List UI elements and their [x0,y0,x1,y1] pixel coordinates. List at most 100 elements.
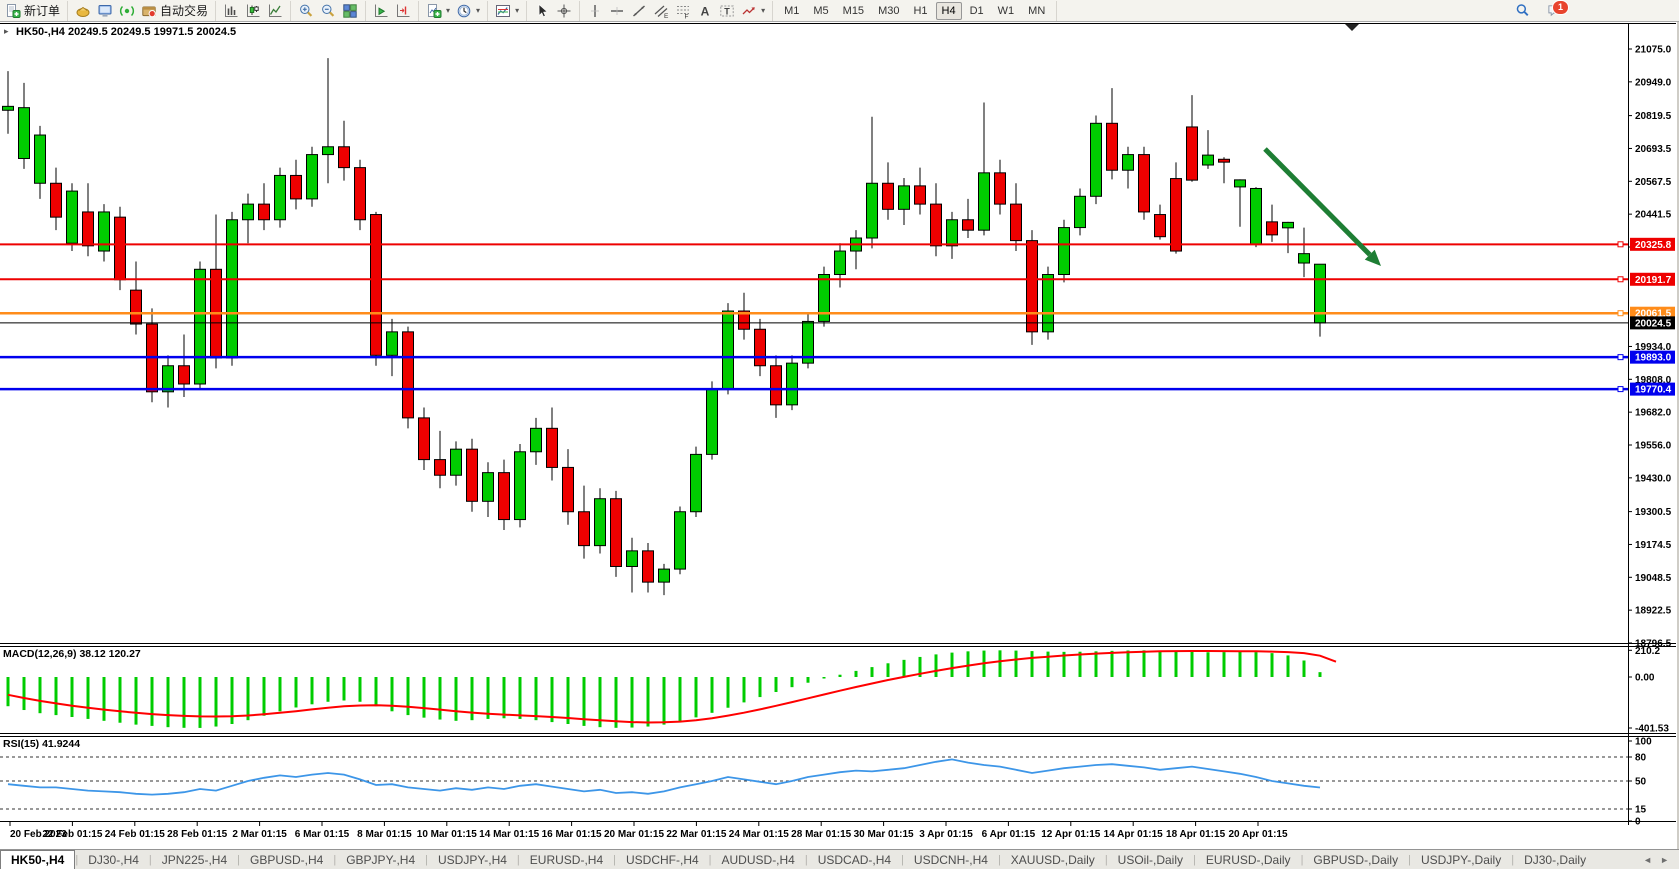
text-button[interactable]: A [694,2,716,20]
date-axis-label: 20 Apr 01:15 [1228,829,1288,840]
chart-tab[interactable]: USDJPY-,H4 [428,851,517,869]
chart-tab[interactable]: EURUSD-,Daily [1196,851,1301,869]
price-line-anchor[interactable] [1618,277,1623,282]
price-line-anchor[interactable] [1618,355,1623,360]
chart-tab[interactable]: AUDUSD-,H4 [712,851,805,869]
channel-button[interactable]: E [650,2,672,20]
zoom-out-button[interactable] [317,2,339,20]
chart-tab[interactable]: JPN225-,H4 [152,851,237,869]
horizontal-line-icon [609,3,625,19]
price-axis-tick: 20949.0 [1635,77,1672,88]
timeframe-h1-button[interactable]: H1 [907,2,933,20]
chart-type-button[interactable]: ▾ [492,2,522,20]
vertical-line-button[interactable] [584,2,606,20]
trendline-button[interactable] [628,2,650,20]
auto-scroll-button[interactable] [370,2,392,20]
vertical-line-icon [587,3,603,19]
chart-tab[interactable]: DJ30-,H4 [78,851,149,869]
date-axis-label: 18 Apr 01:15 [1166,829,1226,840]
zoom-in-button[interactable] [295,2,317,20]
candle-up [1059,228,1070,275]
price-chart[interactable]: 21075.020949.020819.520693.520567.520441… [0,0,1679,849]
candle-down [1219,159,1230,162]
horizontal-line-button[interactable] [606,2,628,20]
candle-down [1027,241,1038,332]
chart-tab[interactable]: USOil-,Daily [1108,851,1193,869]
candle-up [707,389,718,454]
chart-tab[interactable]: XAUUSD-,Daily [1001,851,1105,869]
autotrade-button[interactable]: 自动交易 [138,2,211,20]
date-axis-label: 3 Apr 01:15 [919,829,973,840]
fibonacci-button[interactable]: F [672,2,694,20]
cursor-button[interactable] [531,2,553,20]
chart-tab[interactable]: GBPUSD-,H4 [240,851,333,869]
search-icon[interactable] [1512,1,1532,19]
candle-chart-button[interactable] [242,2,264,20]
date-axis-label: 28 Feb 01:15 [167,829,227,840]
line-chart-icon [267,3,283,19]
toolbar-group [527,1,580,21]
chart-tab[interactable]: DJ30-,Daily [1514,851,1596,869]
line-chart-button[interactable] [264,2,286,20]
timeframe-m1-button[interactable]: M1 [778,2,805,20]
candle-up [195,269,206,384]
timeframe-h4-button[interactable]: H4 [936,2,962,20]
cursor-icon [534,3,550,19]
chart-tab[interactable]: USDCHF-,H4 [616,851,709,869]
chart-tab[interactable]: EURUSD-,H4 [520,851,613,869]
candle-down [115,217,126,280]
chart-tab[interactable]: GBPJPY-,H4 [336,851,425,869]
quick-trade-toggle-icon[interactable]: ▸ [4,26,9,37]
shapes-button[interactable]: ▾ [738,2,768,20]
chart-tab[interactable]: USDCNH-,H4 [904,851,998,869]
date-axis-label: 20 Mar 01:15 [604,829,664,840]
bars-chart-button[interactable] [220,2,242,20]
candle-down [1171,179,1182,251]
candle-down [547,428,558,467]
chart-tab[interactable]: USDCAD-,H4 [808,851,901,869]
new-order-button[interactable]: 新订单 [2,2,63,20]
rsi-scale-label: 0 [1635,817,1641,828]
candle-down [403,332,414,418]
candle-down [467,449,478,501]
toolbar: 新订单自动交易▾▾▾EFAT▾M1M5M15M30H1H4D1W1MN 1 [0,0,1679,22]
price-axis-tick: 20693.5 [1635,144,1672,155]
candle-down [1267,222,1278,235]
candle-down [579,512,590,546]
price-line-anchor[interactable] [1618,242,1623,247]
candle-up [275,175,286,219]
chart-tab[interactable]: GBPUSD-,Daily [1303,851,1408,869]
chart-tab[interactable]: HK50-,H4 [0,850,75,869]
crosshair-button[interactable] [553,2,575,20]
chart-tab[interactable]: USDJPY-,Daily [1411,851,1511,869]
timeframe-mn-button[interactable]: MN [1022,2,1051,20]
channel-icon: E [653,3,669,19]
indicators-button[interactable]: ▾ [423,2,453,20]
price-line-anchor[interactable] [1618,387,1623,392]
chart-shift-button[interactable] [392,2,414,20]
candle-up [1123,155,1134,171]
text-icon: A [697,3,713,19]
candle-down [1107,123,1118,170]
gold-button[interactable] [72,2,94,20]
timeframe-d1-button[interactable]: D1 [964,2,990,20]
candle-up [691,454,702,511]
candle-down [931,204,942,246]
price-line-anchor[interactable] [1618,311,1623,316]
price-axis-tick: 20819.5 [1635,111,1672,122]
signal-button[interactable] [116,2,138,20]
text-label-button[interactable]: T [716,2,738,20]
candle-down [1187,127,1198,180]
timeframe-m15-button[interactable]: M15 [837,2,870,20]
tab-scroll-right-icon[interactable]: ► [1660,855,1669,865]
candle-up [1203,155,1214,165]
period-button[interactable]: ▾ [453,2,483,20]
timeframe-w1-button[interactable]: W1 [992,2,1021,20]
tab-scroll-left-icon[interactable]: ◄ [1643,855,1652,865]
timeframe-m30-button[interactable]: M30 [872,2,905,20]
tile-windows-button[interactable] [339,2,361,20]
candle-up [675,512,686,569]
terminal-button[interactable] [94,2,116,20]
timeframe-m5-button[interactable]: M5 [807,2,834,20]
chat-icon[interactable]: 1 [1544,1,1564,19]
